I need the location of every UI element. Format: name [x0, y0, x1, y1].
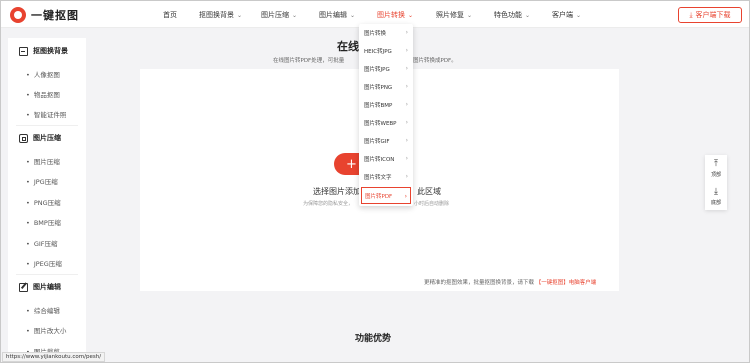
plus-icon: +	[346, 156, 357, 172]
sidebar-item-jpg-compress[interactable]: JPG压缩	[26, 176, 58, 186]
chevron-down-icon: ⌄	[576, 12, 582, 19]
browser-frame: 一键抠图 首页 抠图换背景 ⌄ 图片压缩 ⌄ 图片编辑 ⌄ 图片转换 ⌄ 照片修复 ⌄ 特…	[0, 0, 750, 363]
dropdown-item-image-convert[interactable]: 图片转换 ›	[359, 24, 413, 41]
scroll-to-bottom-button[interactable]: ⤓ 底部	[705, 183, 727, 210]
privacy-note-right: 小时后自动删除	[414, 201, 450, 207]
sidebar-item-resize[interactable]: 图片改大小	[26, 325, 67, 335]
nav-item-edit[interactable]: 图片编辑 ⌄	[319, 10, 355, 20]
chevron-right-icon: ›	[405, 83, 408, 90]
sidebar: 抠图换背景 人像抠图 物品抠图 智能证件照 图片压缩 图片压缩 JPG压缩 PN…	[8, 38, 86, 362]
chevron-right-icon: ›	[405, 137, 408, 144]
chevron-right-icon: ›	[405, 119, 408, 126]
sidebar-divider	[16, 125, 78, 126]
dropdown-item-to-pdf[interactable]: 图片转PDF ›	[361, 187, 411, 204]
upload-hint-left: 选择图片添加	[313, 187, 361, 196]
sidebar-item-id-photo[interactable]: 智能证件照	[26, 109, 67, 119]
chevron-down-icon: ⌄	[292, 12, 298, 19]
compress-icon	[19, 133, 28, 143]
chevron-right-icon: ›	[404, 193, 407, 200]
nav-item-client[interactable]: 客户端 ⌄	[552, 10, 581, 20]
chevron-down-icon: ⌄	[525, 12, 531, 19]
sidebar-group-compress[interactable]: 图片压缩	[19, 133, 61, 143]
edit-icon	[19, 282, 28, 292]
chevron-right-icon: ›	[405, 65, 408, 72]
site-logo[interactable]: 一键抠图	[10, 6, 79, 23]
dropdown-item-to-icon[interactable]: 图片转ICON ›	[359, 150, 413, 167]
sidebar-item-object-cutout[interactable]: 物品抠图	[26, 89, 60, 99]
logo-text: 一键抠图	[31, 8, 79, 22]
page-subtitle-right: 图片转换成PDF。	[413, 58, 457, 64]
dropdown-item-to-bmp[interactable]: 图片转BMP ›	[359, 96, 413, 113]
scroll-float-panel: ⤒ 顶部 ⤓ 底部	[705, 155, 727, 210]
nav-item-features[interactable]: 特色功能 ⌄	[494, 10, 530, 20]
client-promo: 更精准的抠图效果，批量抠图换背景，请下载 【一键抠图】电脑客户端	[424, 280, 597, 286]
sidebar-item-gif-compress[interactable]: GIF压缩	[26, 238, 58, 248]
sidebar-item-general-edit[interactable]: 综合编辑	[26, 305, 60, 315]
sidebar-item-bmp-compress[interactable]: BMP压缩	[26, 217, 61, 227]
scroll-to-top-button[interactable]: ⤒ 顶部	[705, 155, 727, 182]
sidebar-item-png-compress[interactable]: PNG压缩	[26, 197, 61, 207]
nav-item-compress[interactable]: 图片压缩 ⌄	[261, 10, 297, 20]
nav-item-home[interactable]: 首页	[163, 10, 177, 20]
dropdown-item-to-png[interactable]: 图片转PNG ›	[359, 78, 413, 95]
upload-hint-right: 此区域	[417, 187, 441, 196]
to-bottom-icon: ⤓	[714, 186, 718, 197]
sidebar-item-jpeg-compress[interactable]: JPEG压缩	[26, 258, 62, 268]
convert-dropdown-menu: 图片转换 › HEIC转JPG › 图片转JPG › 图片转PNG › 图片转BMP › …	[359, 24, 413, 206]
chevron-right-icon: ›	[405, 29, 408, 36]
sidebar-group-cutout[interactable]: 抠图换背景	[19, 46, 68, 56]
nav-item-repair[interactable]: 照片修复 ⌄	[436, 10, 472, 20]
logo-icon	[10, 6, 26, 23]
chevron-right-icon: ›	[405, 173, 408, 180]
privacy-note-left: 为保障您的隐私安全，	[303, 201, 354, 207]
add-image-button[interactable]: +	[334, 153, 360, 175]
chevron-right-icon: ›	[405, 101, 408, 108]
features-title: 功能优势	[355, 334, 392, 344]
nav-item-convert[interactable]: 图片转换 ⌄	[377, 10, 413, 20]
chevron-down-icon: ⌄	[408, 12, 414, 19]
sidebar-group-edit[interactable]: 图片编辑	[19, 282, 61, 292]
chevron-down-icon: ⌄	[237, 12, 243, 19]
chevron-down-icon: ⌄	[350, 12, 356, 19]
client-promo-link[interactable]: 【一键抠图】电脑客户端	[536, 280, 597, 286]
nav-item-cutout[interactable]: 抠图换背景 ⌄	[199, 10, 242, 20]
page-subtitle-left: 在线图片转PDF处理，可批量	[273, 58, 345, 64]
image-icon	[19, 46, 28, 56]
sidebar-item-portrait-cutout[interactable]: 人像抠图	[26, 69, 60, 79]
client-download-button[interactable]: ⤓ 客户端下载	[678, 7, 742, 23]
dropdown-item-to-text[interactable]: 图片转文字 ›	[359, 168, 413, 185]
download-icon: ⤓	[689, 10, 693, 19]
chevron-down-icon: ⌄	[467, 12, 473, 19]
sidebar-item-image-compress[interactable]: 图片压缩	[26, 156, 60, 166]
sidebar-divider	[16, 274, 78, 275]
browser-status-url: https://www.yijiankoutu.com/pesh/	[2, 352, 106, 362]
to-top-icon: ⤒	[714, 158, 718, 169]
dropdown-item-to-jpg[interactable]: 图片转JPG ›	[359, 60, 413, 77]
chevron-right-icon: ›	[405, 155, 408, 162]
dropdown-item-to-gif[interactable]: 图片转GIF ›	[359, 132, 413, 149]
dropdown-item-to-webp[interactable]: 图片转WEBP ›	[359, 114, 413, 131]
chevron-right-icon: ›	[405, 47, 408, 54]
dropdown-item-heic-to-jpg[interactable]: HEIC转JPG ›	[359, 42, 413, 59]
